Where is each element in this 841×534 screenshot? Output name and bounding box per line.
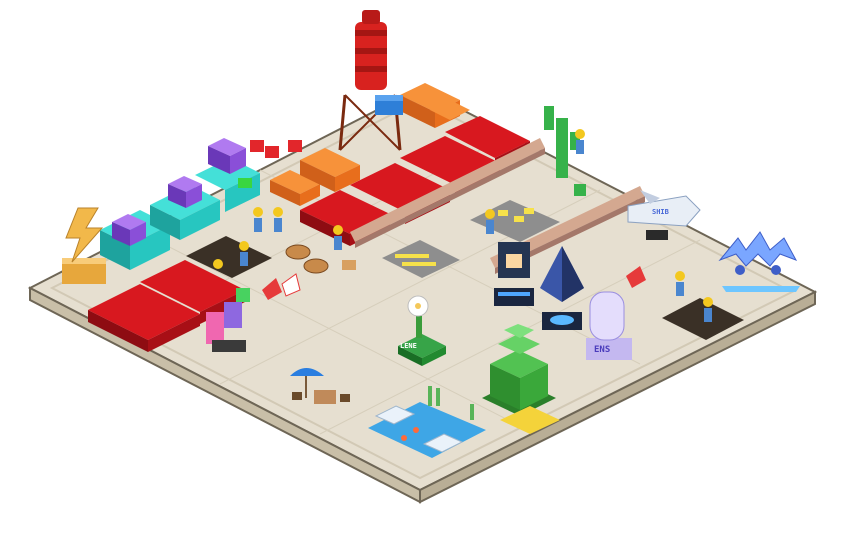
monument-sign: ENS xyxy=(594,345,610,355)
construction-site-scene: SHIB ENS LENE xyxy=(27,10,818,504)
jet-text: SHIB xyxy=(652,208,669,216)
robot-icon xyxy=(494,242,534,306)
plant-sign: LENE xyxy=(400,342,417,350)
lightning-statue-icon xyxy=(62,207,106,284)
